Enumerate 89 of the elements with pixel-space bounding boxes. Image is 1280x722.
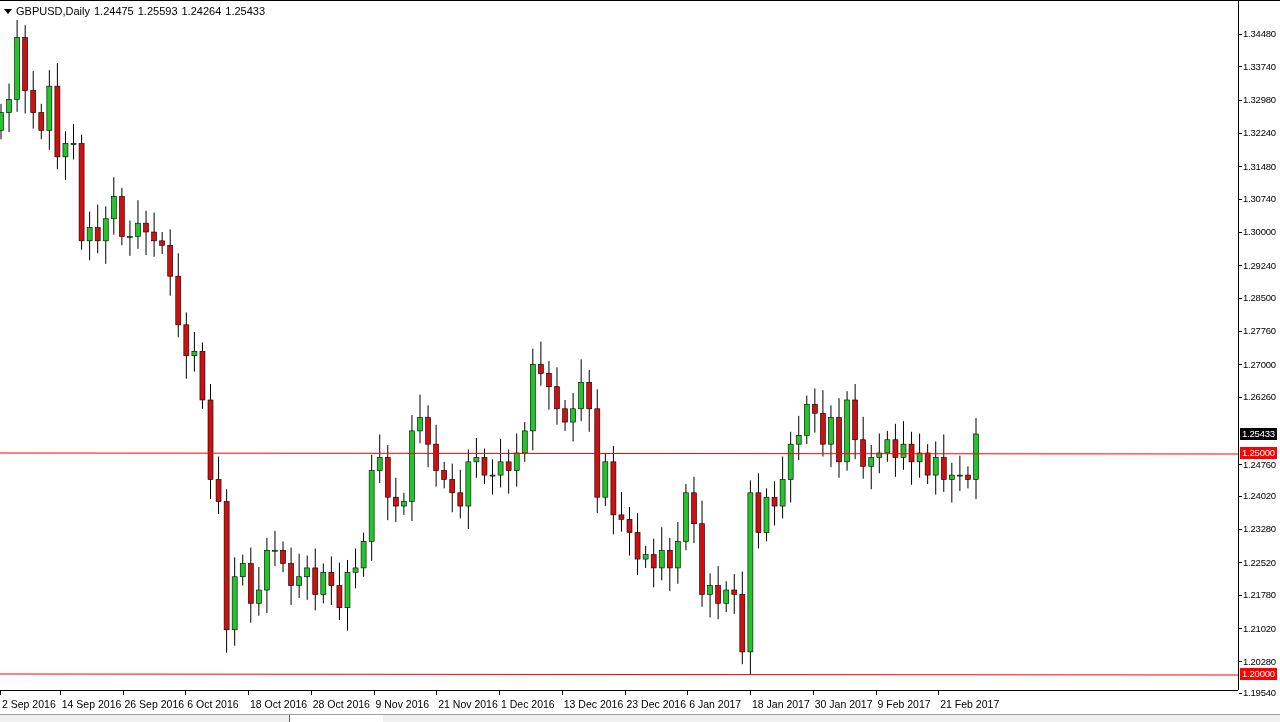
date-tick-label: 6 Jan 2017 bbox=[689, 697, 742, 712]
ohlc-value: 1.24475 bbox=[93, 4, 134, 19]
ohlc-value: 1.25433 bbox=[225, 4, 266, 19]
candlestick bbox=[586, 369, 592, 433]
candlestick bbox=[667, 537, 673, 592]
candlestick bbox=[949, 462, 955, 503]
candlestick bbox=[167, 228, 173, 297]
price-tick-label: 1.32980 bbox=[1243, 94, 1276, 107]
candlestick bbox=[441, 461, 447, 489]
candlestick bbox=[957, 455, 963, 492]
candlestick bbox=[554, 366, 560, 426]
candlestick bbox=[578, 358, 584, 422]
price-tick-label: 1.22520 bbox=[1243, 556, 1276, 569]
price-tick-label: 1.21780 bbox=[1243, 589, 1276, 602]
date-tick-label: 18 Oct 2016 bbox=[250, 697, 308, 712]
candlestick bbox=[151, 212, 157, 258]
price-tick-label: 1.24020 bbox=[1243, 490, 1276, 503]
candlestick bbox=[159, 231, 165, 255]
price-tick-label: 1.21020 bbox=[1243, 622, 1276, 635]
candlestick bbox=[143, 210, 149, 256]
candlestick bbox=[6, 83, 12, 133]
price-tick-label: 1.20280 bbox=[1243, 655, 1276, 668]
current-price-label: 1.25433 bbox=[1240, 428, 1277, 440]
candlestick bbox=[715, 565, 721, 620]
price-tick-label: 1.31480 bbox=[1243, 160, 1276, 173]
candlestick bbox=[288, 547, 294, 606]
price-tick-label: 1.19540 bbox=[1243, 687, 1276, 699]
candlestick bbox=[417, 394, 423, 444]
chart-symbol: GBPUSD,Daily bbox=[16, 4, 90, 19]
candlestick bbox=[304, 555, 310, 601]
date-tick-label: 23 Dec 2016 bbox=[626, 697, 687, 712]
candlestick bbox=[0, 103, 4, 140]
price-tick-label: 1.23280 bbox=[1243, 523, 1276, 535]
ohlc-value: 1.24264 bbox=[181, 4, 222, 19]
price-tick-label: 1.27760 bbox=[1243, 325, 1276, 337]
candlestick bbox=[119, 187, 125, 246]
price-tick-label: 1.33740 bbox=[1243, 60, 1276, 73]
candlestick bbox=[393, 477, 399, 523]
candlestick bbox=[425, 404, 431, 468]
price-tick-label: 1.30000 bbox=[1243, 226, 1276, 238]
candlestick bbox=[860, 416, 866, 480]
price-tick-label: 1.28500 bbox=[1243, 292, 1276, 305]
candlestick bbox=[570, 392, 576, 442]
price-tick-label: 1.24760 bbox=[1243, 458, 1276, 471]
candlestick bbox=[111, 176, 117, 236]
date-tick-label: 21 Feb 2017 bbox=[940, 697, 1000, 712]
price-tick-label: 1.30740 bbox=[1243, 193, 1276, 206]
candlestick bbox=[401, 492, 407, 516]
dropdown-triangle-icon[interactable] bbox=[4, 8, 12, 14]
candlestick bbox=[538, 341, 544, 387]
date-tick-label: 6 Oct 2016 bbox=[187, 697, 239, 712]
candlestick bbox=[135, 199, 141, 250]
date-tick-label: 2 Sep 2016 bbox=[2, 697, 56, 712]
candlestick bbox=[296, 553, 302, 599]
candlestick bbox=[723, 580, 729, 613]
candlestick bbox=[272, 530, 278, 567]
price-tick-label: 1.32240 bbox=[1243, 127, 1276, 139]
candlestick bbox=[675, 521, 681, 585]
date-tick-label: 30 Jan 2017 bbox=[814, 697, 873, 712]
price-tick-label: 1.26260 bbox=[1243, 391, 1276, 404]
candlestick bbox=[828, 404, 834, 468]
date-tick-label: 18 Jan 2017 bbox=[752, 697, 810, 712]
candlestick bbox=[280, 540, 286, 573]
candlestick bbox=[256, 566, 262, 617]
price-tick-label: 1.27000 bbox=[1243, 358, 1276, 371]
date-tick-label: 21 Nov 2016 bbox=[438, 697, 498, 712]
candlestick bbox=[683, 483, 689, 551]
candlestick bbox=[691, 476, 697, 544]
level-price-label: 1.20000 bbox=[1240, 668, 1277, 680]
candlestick bbox=[707, 572, 713, 618]
date-tick-label: 1 Dec 2016 bbox=[501, 697, 555, 712]
price-tick-label: 1.29240 bbox=[1243, 259, 1276, 272]
candlestick bbox=[804, 395, 810, 445]
date-tick-label: 28 Oct 2016 bbox=[312, 697, 370, 712]
ohlc-value: 1.25593 bbox=[137, 4, 178, 19]
candlestick bbox=[127, 220, 133, 257]
level-price-label: 1.25000 bbox=[1240, 447, 1277, 459]
candlestick bbox=[965, 465, 971, 489]
candlestick bbox=[820, 389, 826, 458]
price-tick-label: 1.34480 bbox=[1243, 28, 1276, 40]
date-tick-label: 14 Sep 2016 bbox=[61, 697, 122, 712]
candlestick bbox=[546, 360, 552, 411]
date-tick-label: 26 Sep 2016 bbox=[124, 697, 185, 712]
date-tick-label: 9 Nov 2016 bbox=[375, 697, 430, 712]
candlestick bbox=[433, 424, 439, 488]
candlestick bbox=[562, 399, 568, 432]
date-tick-label: 13 Dec 2016 bbox=[563, 697, 624, 712]
date-tick-label: 9 Feb 2017 bbox=[877, 697, 931, 712]
candlestick bbox=[812, 388, 818, 434]
